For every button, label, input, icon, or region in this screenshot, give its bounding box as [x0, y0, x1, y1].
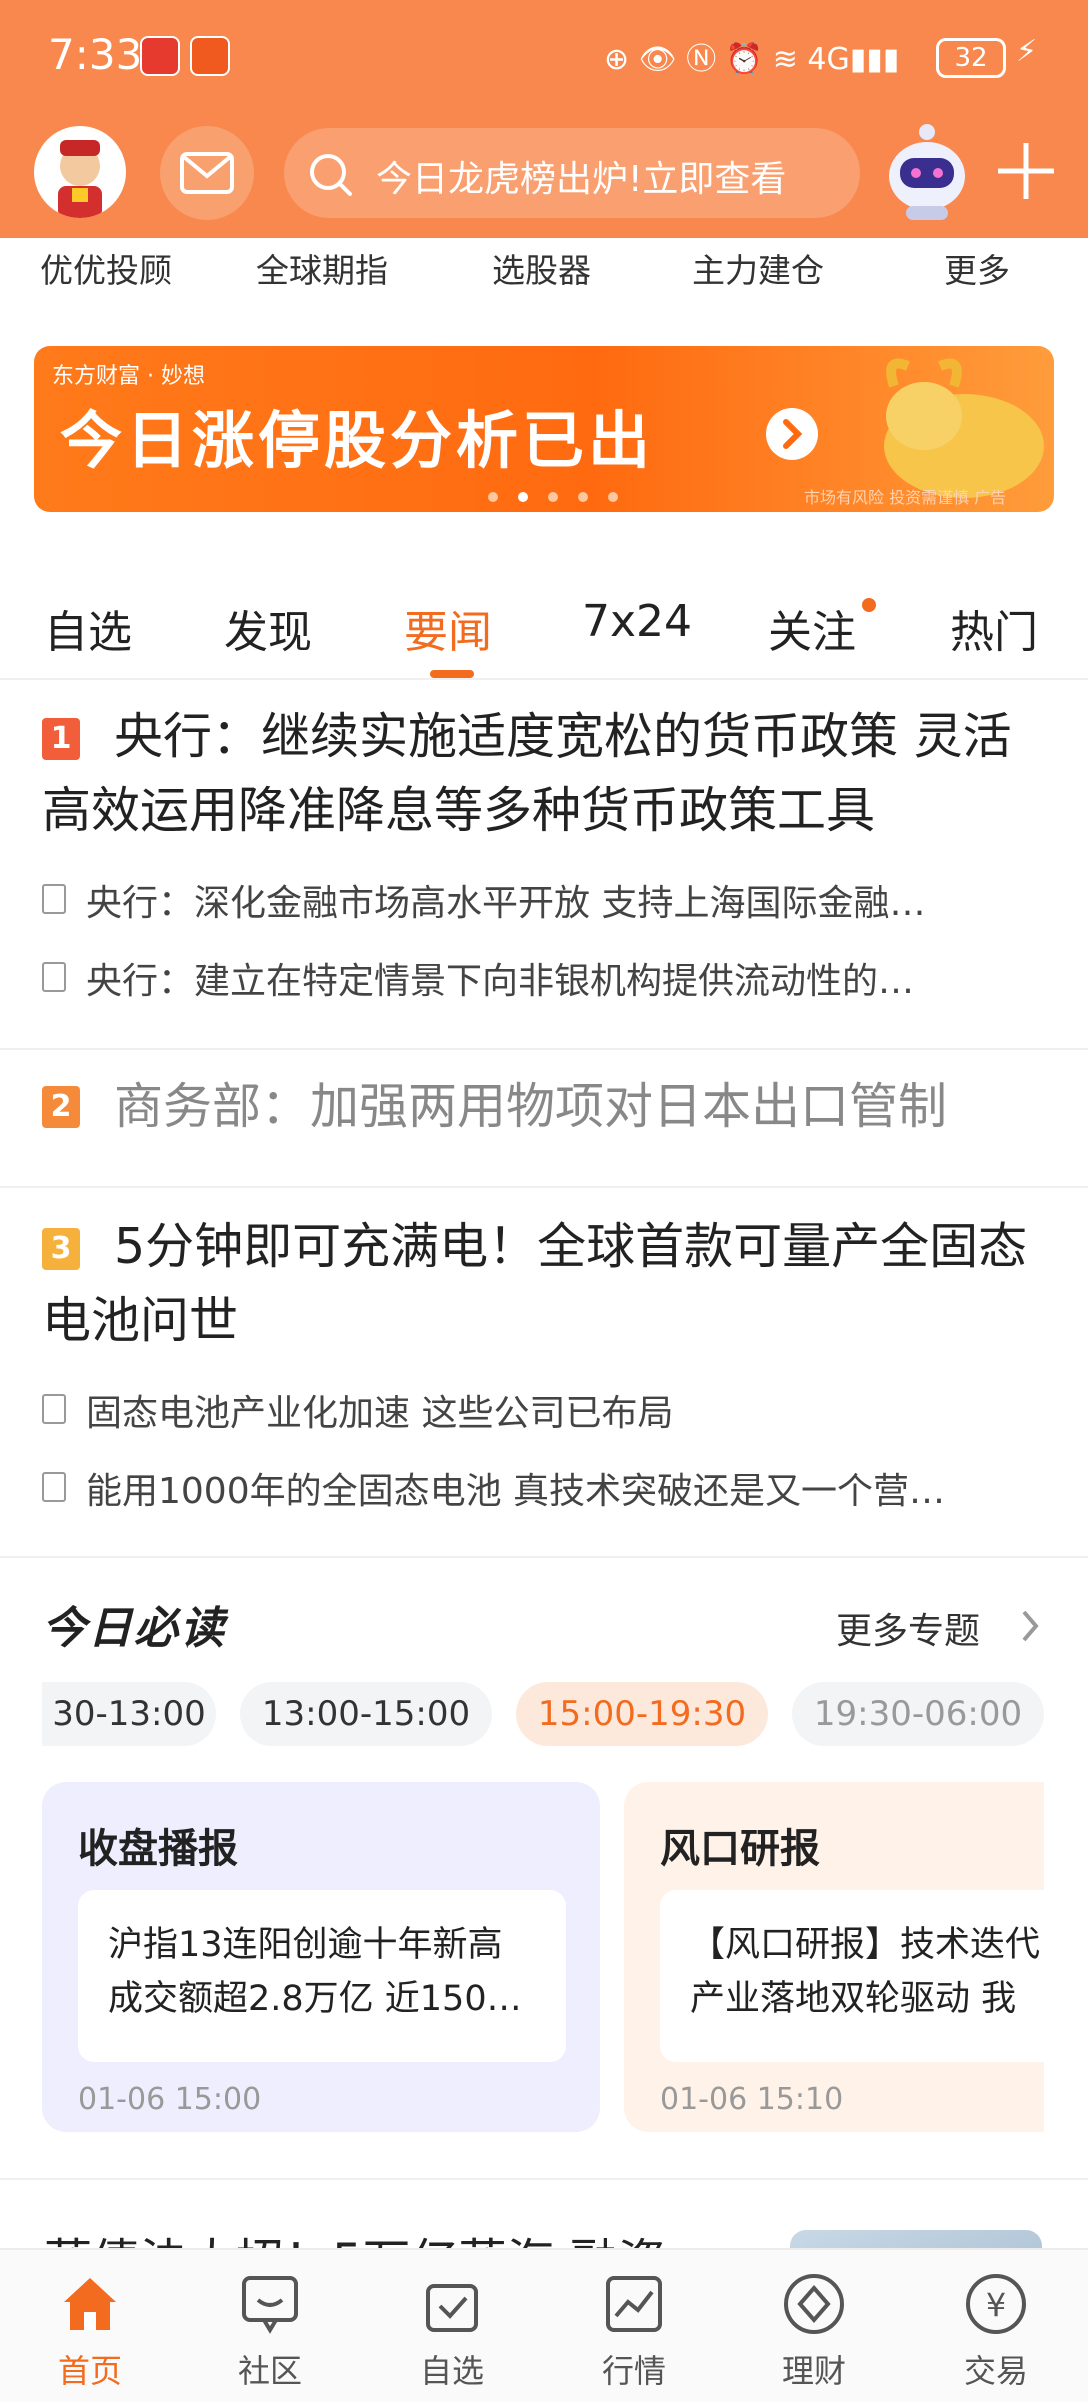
time-chip-active[interactable]: 15:00-19:30: [516, 1682, 768, 1746]
news-headline[interactable]: 5分钟即可充满电！全球首款可量产全固态电池问世: [42, 1210, 1052, 1358]
card-title: 收盘播报: [78, 1826, 238, 1872]
carousel-dot[interactable]: [548, 492, 558, 502]
news-item-3[interactable]: 3 5分钟即可充满电！全球首款可量产全固态电池问世 固态电池产业化加速 这些公司…: [0, 1210, 1088, 1560]
battery-indicator: 32: [936, 38, 1006, 78]
chat-bubble-icon: [242, 2276, 298, 2334]
nav-label: 交易: [963, 2352, 1028, 2390]
nav-label: 行情: [601, 2352, 666, 2390]
news-divider: [0, 1556, 1088, 1558]
status-time: 7:33: [48, 30, 143, 79]
news-sub-link[interactable]: 能用1000年的全固态电池 真技术突破还是又一个营…: [86, 1462, 945, 1514]
promo-banner[interactable]: 东方财富 · 妙想 今日涨停股分析已出 市场有风险 投资需谨慎 广告: [34, 346, 1054, 512]
carousel-dot[interactable]: [488, 492, 498, 502]
must-read-card-research[interactable]: 风口研报 【风口研报】技术迭代 产业落地双轮驱动 我 01-06 15:10: [624, 1782, 1044, 2132]
add-button[interactable]: [990, 135, 1062, 207]
quick-nav-main-force[interactable]: 主力建仓: [692, 244, 824, 292]
more-topics-link[interactable]: 更多专题: [836, 1602, 980, 1654]
card-time: 01-06 15:10: [660, 2082, 844, 2117]
card-content[interactable]: 【风口研报】技术迭代 产业落地双轮驱动 我: [660, 1890, 1044, 2062]
svg-text:¥: ¥: [986, 2286, 1006, 2324]
time-chip[interactable]: 13:00-15:00: [240, 1682, 492, 1746]
quick-nav-more[interactable]: 更多: [944, 244, 1010, 292]
tab-divider: [0, 678, 1088, 680]
app-notification-icon: [140, 36, 180, 76]
card-text: 【风口研报】技术迭代 产业落地双轮驱动 我: [690, 1925, 1041, 2019]
must-read-title: 今日必读: [42, 1603, 226, 1654]
plus-icon: [998, 143, 1054, 199]
avatar-image: [58, 140, 102, 218]
mail-icon: [180, 152, 234, 194]
nav-home[interactable]: 首页: [20, 2250, 160, 2402]
nav-watchlist[interactable]: 自选: [382, 2250, 522, 2402]
bottom-navigation: 首页 社区 自选 行情 理财 ¥ 交易: [0, 2248, 1088, 2402]
banner-brand: 东方财富 · 妙想: [52, 364, 205, 389]
nav-market[interactable]: 行情: [564, 2250, 704, 2402]
card-text: 沪指13连阳创逾十年新高 成交额超2.8万亿 近150…: [108, 1925, 522, 2019]
time-chip[interactable]: 19:30-06:00: [792, 1682, 1044, 1746]
quick-nav-global-futures[interactable]: 全球期指: [256, 244, 388, 292]
quick-nav-stock-picker[interactable]: 选股器: [492, 244, 591, 292]
tab-7x24[interactable]: 7x24: [582, 596, 692, 647]
news-divider: [0, 1186, 1088, 1188]
document-icon: [42, 1394, 66, 1424]
must-read-card-closing[interactable]: 收盘播报 沪指13连阳创逾十年新高 成交额超2.8万亿 近150… 01-06 …: [42, 1782, 600, 2132]
card-time: 01-06 15:00: [78, 2082, 262, 2117]
search-placeholder: 今日龙虎榜出炉!立即查看: [376, 159, 787, 200]
active-tab-indicator: [430, 670, 474, 678]
tab-discover[interactable]: 发现: [224, 596, 312, 660]
news-sub-link[interactable]: 央行：深化金融市场高水平开放 支持上海国际金融…: [86, 874, 925, 926]
ai-assistant-button[interactable]: [878, 118, 976, 222]
search-input[interactable]: 今日龙虎榜出炉!立即查看: [284, 128, 860, 218]
chevron-right-icon: [1022, 1610, 1039, 1642]
carousel-dot[interactable]: [578, 492, 588, 502]
quick-nav-youyou-advisor[interactable]: 优优投顾: [40, 244, 172, 292]
search-icon: [310, 154, 352, 196]
tab-watchlist[interactable]: 自选: [44, 596, 132, 660]
app-notification-icon-2: [190, 36, 230, 76]
news-divider: [0, 1048, 1088, 1050]
carousel-dot-active[interactable]: [518, 492, 528, 502]
rank-badge: 2: [42, 1086, 80, 1128]
nav-label: 首页: [57, 2352, 122, 2390]
carousel-dot[interactable]: [608, 492, 618, 502]
news-sub-link[interactable]: 央行：建立在特定情景下向非银机构提供流动性的…: [86, 952, 914, 1004]
nav-community[interactable]: 社区: [200, 2250, 340, 2402]
status-icons: ⊕ 👁 Ⓝ ⏰ ≋ 4G▮▮▮: [604, 42, 900, 77]
tab-news[interactable]: 要闻: [404, 596, 492, 660]
message-button[interactable]: [160, 126, 254, 220]
nav-label: 自选: [419, 2352, 484, 2390]
document-icon: [42, 1472, 66, 1502]
robot-icon: [889, 124, 965, 220]
trend-chart-icon: [606, 2276, 662, 2332]
user-avatar[interactable]: [34, 126, 126, 218]
news-item-2[interactable]: 2 商务部：加强两用物项对日本出口管制: [0, 1070, 1088, 1170]
document-icon: [42, 884, 66, 914]
follow-badge-dot: [862, 598, 876, 612]
charging-icon: ⚡: [1016, 34, 1038, 69]
nav-label: 理财: [781, 2352, 846, 2390]
card-content[interactable]: 沪指13连阳创逾十年新高 成交额超2.8万亿 近150…: [78, 1890, 566, 2062]
news-headline[interactable]: 央行：继续实施适度宽松的货币政策 灵活高效运用降准降息等多种货币政策工具: [42, 700, 1052, 848]
top-header: 7:33 ⊕ 👁 Ⓝ ⏰ ≋ 4G▮▮▮ 32 ⚡ 今日龙虎榜出炉!立即查看: [0, 0, 1088, 238]
card-title: 风口研报: [660, 1826, 820, 1872]
document-icon: [42, 962, 66, 992]
news-item-1[interactable]: 1 央行：继续实施适度宽松的货币政策 灵活高效运用降准降息等多种货币政策工具 央…: [0, 700, 1088, 1050]
news-sub-link[interactable]: 固态电池产业化加速 这些公司已布局: [86, 1384, 673, 1436]
tab-follow[interactable]: 关注: [768, 596, 856, 660]
banner-arrow-icon: [766, 408, 818, 460]
tab-hot[interactable]: 热门: [950, 596, 1038, 660]
banner-title: 今日涨停股分析已出: [60, 404, 655, 477]
nav-wealth[interactable]: 理财: [744, 2250, 884, 2402]
yuan-icon: ¥: [966, 2274, 1026, 2334]
nav-trade[interactable]: ¥ 交易: [926, 2250, 1066, 2402]
diamond-icon: [784, 2274, 844, 2334]
watchlist-bag-icon: [426, 2284, 478, 2332]
home-icon: [64, 2278, 116, 2330]
nav-label: 社区: [237, 2352, 302, 2390]
section-divider: [0, 2178, 1088, 2180]
banner-disclaimer: 市场有风险 投资需谨慎 广告: [804, 488, 1007, 507]
news-headline[interactable]: 商务部：加强两用物项对日本出口管制: [114, 1070, 1074, 1144]
time-chip[interactable]: 30-13:00: [42, 1682, 216, 1746]
